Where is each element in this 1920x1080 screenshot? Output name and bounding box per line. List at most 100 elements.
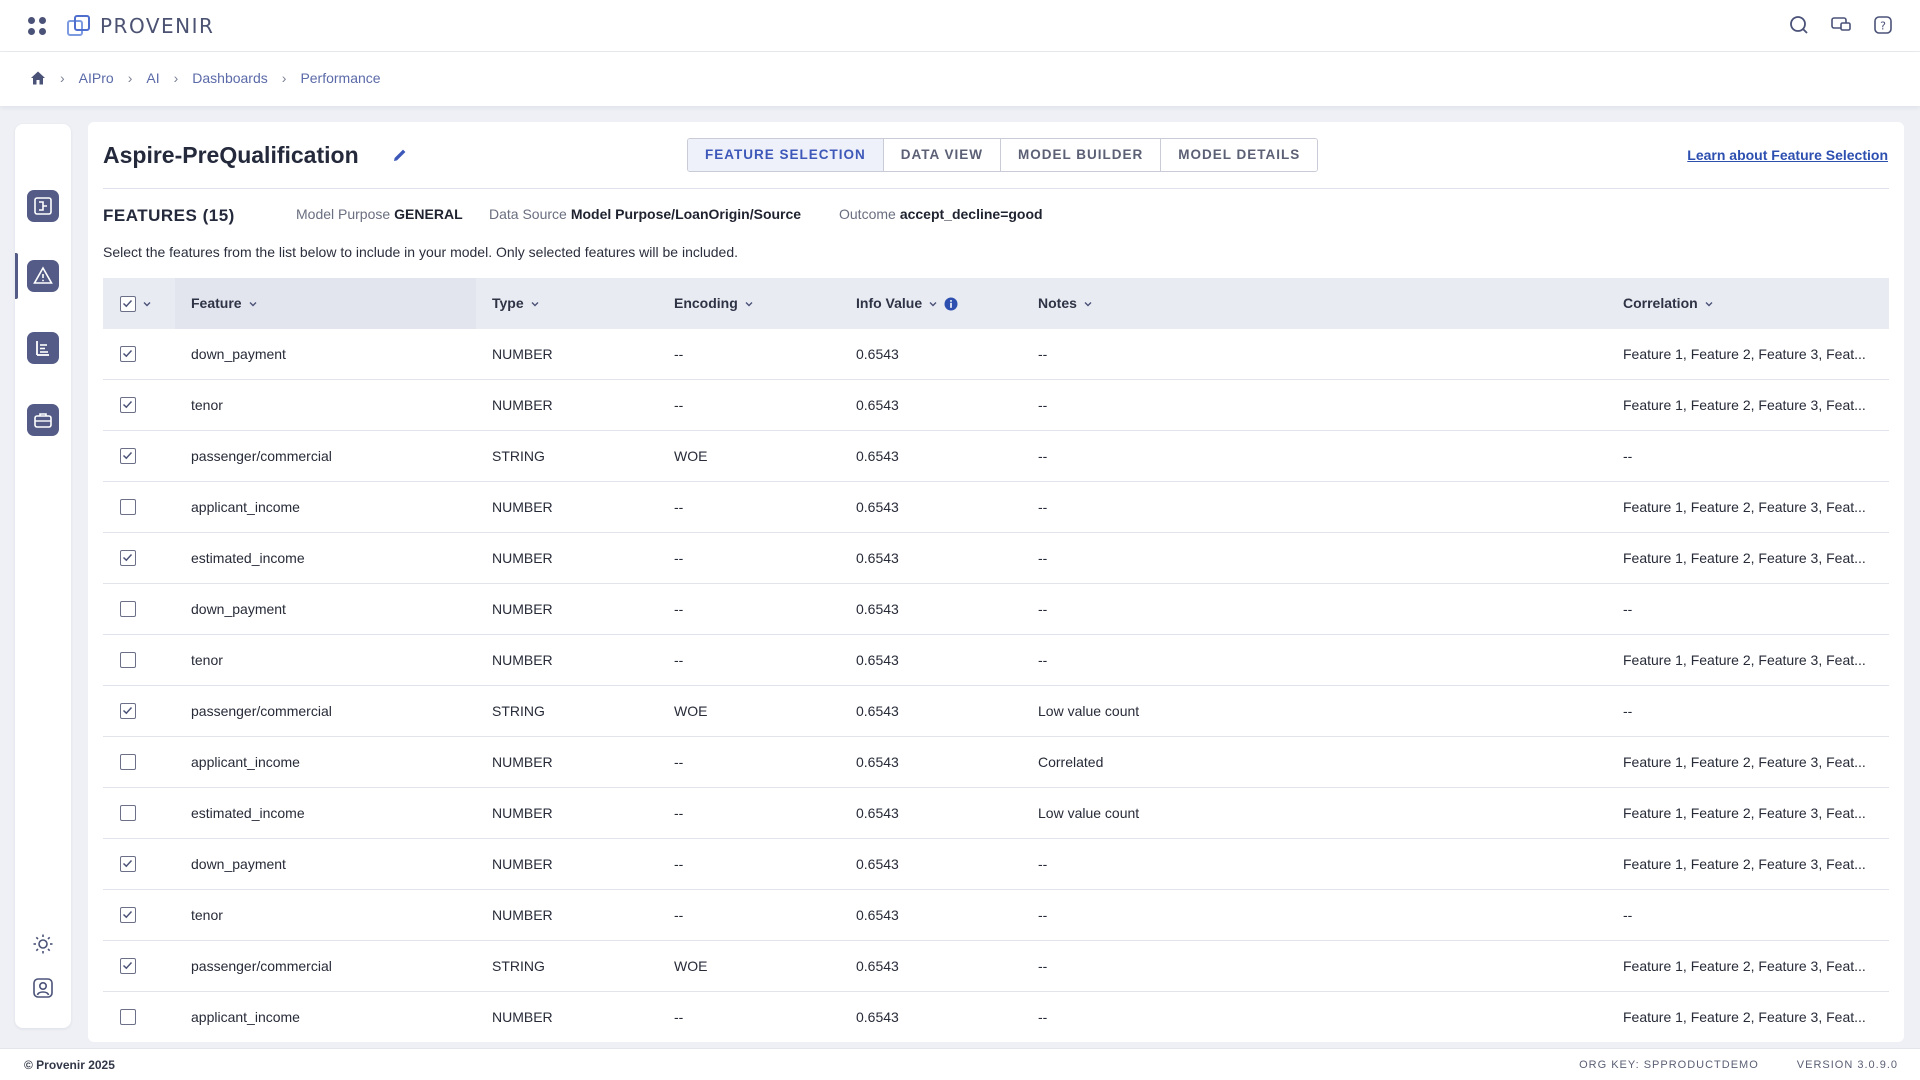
- cell-info-value: 0.6543: [856, 397, 899, 413]
- help-icon[interactable]: ?: [1872, 14, 1894, 36]
- rail-item-model-icon[interactable]: [27, 190, 59, 222]
- table-row[interactable]: tenor NUMBER -- 0.6543 -- --: [103, 890, 1889, 941]
- rail-item-report-icon[interactable]: [27, 332, 59, 364]
- cell-feature: tenor: [191, 907, 223, 923]
- row-checkbox[interactable]: [120, 499, 136, 515]
- brand-logo[interactable]: PROVENIR: [66, 13, 214, 39]
- search-icon[interactable]: [1788, 14, 1810, 36]
- cell-correlation: Feature 1, Feature 2, Feature 3, Feat...: [1623, 397, 1866, 413]
- table-row[interactable]: down_payment NUMBER -- 0.6543 -- --: [103, 584, 1889, 635]
- header-divider: [103, 188, 1889, 189]
- table-row[interactable]: passenger/commercial STRING WOE 0.6543 Low v…: [103, 686, 1889, 737]
- cell-info-value: 0.6543: [856, 1009, 899, 1025]
- table-row[interactable]: applicant_income NUMBER -- 0.6543 -- Feature …: [103, 992, 1889, 1042]
- cell-info-value: 0.6543: [856, 448, 899, 464]
- breadcrumb-item-ai[interactable]: AI: [146, 70, 159, 86]
- cell-notes: --: [1038, 499, 1048, 515]
- app-launcher-icon[interactable]: [28, 17, 46, 35]
- tab-data-view[interactable]: DATA VIEW: [883, 139, 1002, 171]
- cell-correlation: --: [1623, 907, 1633, 923]
- cell-info-value: 0.6543: [856, 601, 899, 617]
- header-encoding[interactable]: Encoding: [674, 278, 754, 329]
- app-version: VERSION 3.0.9.0: [1796, 1059, 1898, 1071]
- breadcrumb-item-dashboards[interactable]: Dashboards: [192, 70, 268, 86]
- outcome-label: Outcome: [839, 206, 896, 222]
- header-feature[interactable]: Feature: [191, 278, 258, 329]
- table-row[interactable]: passenger/commercial STRING WOE 0.6543 -- Fea…: [103, 941, 1889, 992]
- checkmark-icon: [122, 553, 133, 562]
- table-row[interactable]: down_payment NUMBER -- 0.6543 -- Feature 1, F…: [103, 329, 1889, 380]
- learn-feature-selection-link[interactable]: Learn about Feature Selection: [1687, 147, 1888, 163]
- table-row[interactable]: estimated_income NUMBER -- 0.6543 Low value …: [103, 788, 1889, 839]
- table-row[interactable]: applicant_income NUMBER -- 0.6543 -- Feature …: [103, 482, 1889, 533]
- header-info-value[interactable]: Info Value: [856, 278, 958, 329]
- table-row[interactable]: estimated_income NUMBER -- 0.6543 -- Feature …: [103, 533, 1889, 584]
- cell-notes: Correlated: [1038, 754, 1104, 770]
- table-row[interactable]: passenger/commercial STRING WOE 0.6543 -- --: [103, 431, 1889, 482]
- row-checkbox[interactable]: [120, 805, 136, 821]
- user-profile-icon[interactable]: [31, 976, 55, 1000]
- tab-model-builder[interactable]: MODEL BUILDER: [1001, 139, 1162, 171]
- info-icon[interactable]: [944, 297, 958, 311]
- cell-correlation: Feature 1, Feature 2, Feature 3, Feat...: [1623, 550, 1866, 566]
- chat-icon[interactable]: [1830, 14, 1852, 36]
- cell-type: NUMBER: [492, 346, 553, 362]
- table-row[interactable]: down_payment NUMBER -- 0.6543 -- Feature 1, F…: [103, 839, 1889, 890]
- cell-feature: down_payment: [191, 346, 286, 362]
- table-row[interactable]: tenor NUMBER -- 0.6543 -- Feature 1, Feature …: [103, 635, 1889, 686]
- tab-feature-selection[interactable]: FEATURE SELECTION: [688, 139, 884, 171]
- org-key: ORG KEY: SPPRODUCTDEMO: [1579, 1059, 1759, 1071]
- checkmark-icon: [122, 859, 133, 868]
- row-checkbox[interactable]: [120, 346, 136, 362]
- row-checkbox[interactable]: [120, 652, 136, 668]
- table-row[interactable]: applicant_income NUMBER -- 0.6543 Correlated…: [103, 737, 1889, 788]
- data-source-label: Data Source: [489, 206, 567, 222]
- edit-pencil-icon[interactable]: [391, 146, 409, 164]
- row-checkbox[interactable]: [120, 907, 136, 923]
- chevron-down-icon[interactable]: [142, 299, 152, 309]
- chevron-right-icon: ›: [127, 70, 133, 86]
- header-type[interactable]: Type: [492, 278, 540, 329]
- cell-feature: tenor: [191, 652, 223, 668]
- select-all-control[interactable]: [120, 278, 152, 329]
- model-purpose: Model Purpose GENERAL: [296, 206, 463, 222]
- header-correlation[interactable]: Correlation: [1623, 278, 1714, 329]
- cell-encoding: --: [674, 499, 684, 515]
- cell-type: NUMBER: [492, 397, 553, 413]
- row-checkbox[interactable]: [120, 754, 136, 770]
- home-icon[interactable]: [30, 70, 46, 86]
- rail-item-warning-icon[interactable]: [27, 260, 59, 292]
- breadcrumb-item-performance[interactable]: Performance: [300, 70, 380, 86]
- cell-type: NUMBER: [492, 550, 553, 566]
- left-rail: [15, 124, 71, 1028]
- model-purpose-label: Model Purpose: [296, 206, 391, 222]
- checkmark-icon: [122, 400, 133, 409]
- chevron-right-icon: ›: [281, 70, 287, 86]
- row-checkbox[interactable]: [120, 448, 136, 464]
- row-checkbox[interactable]: [120, 601, 136, 617]
- header-notes[interactable]: Notes: [1038, 278, 1093, 329]
- outcome-value: accept_decline=good: [899, 206, 1043, 222]
- model-title: Aspire-PreQualification: [103, 142, 359, 168]
- table-row[interactable]: tenor NUMBER -- 0.6543 -- Feature 1, Feature …: [103, 380, 1889, 431]
- tab-model-details[interactable]: MODEL DETAILS: [1161, 139, 1318, 171]
- cell-correlation: Feature 1, Feature 2, Feature 3, Feat...: [1623, 1009, 1866, 1025]
- theme-toggle-sun-icon[interactable]: [31, 932, 55, 956]
- cell-correlation: --: [1623, 601, 1633, 617]
- model-purpose-value: GENERAL: [394, 206, 463, 222]
- row-checkbox[interactable]: [120, 958, 136, 974]
- rail-item-briefcase-icon[interactable]: [27, 404, 59, 436]
- row-checkbox[interactable]: [120, 550, 136, 566]
- select-all-checkbox[interactable]: [120, 295, 136, 312]
- cell-notes: --: [1038, 448, 1048, 464]
- row-checkbox[interactable]: [120, 856, 136, 872]
- row-checkbox[interactable]: [120, 703, 136, 719]
- cell-info-value: 0.6543: [856, 907, 899, 923]
- cell-info-value: 0.6543: [856, 499, 899, 515]
- cell-feature: down_payment: [191, 856, 286, 872]
- main-panel: Aspire-PreQualification FEATURE SELECTIO…: [88, 122, 1904, 1042]
- cell-correlation: Feature 1, Feature 2, Feature 3, Feat...: [1623, 805, 1866, 821]
- breadcrumb-item-aipro[interactable]: AIPro: [79, 70, 114, 86]
- row-checkbox[interactable]: [120, 1009, 136, 1025]
- row-checkbox[interactable]: [120, 397, 136, 413]
